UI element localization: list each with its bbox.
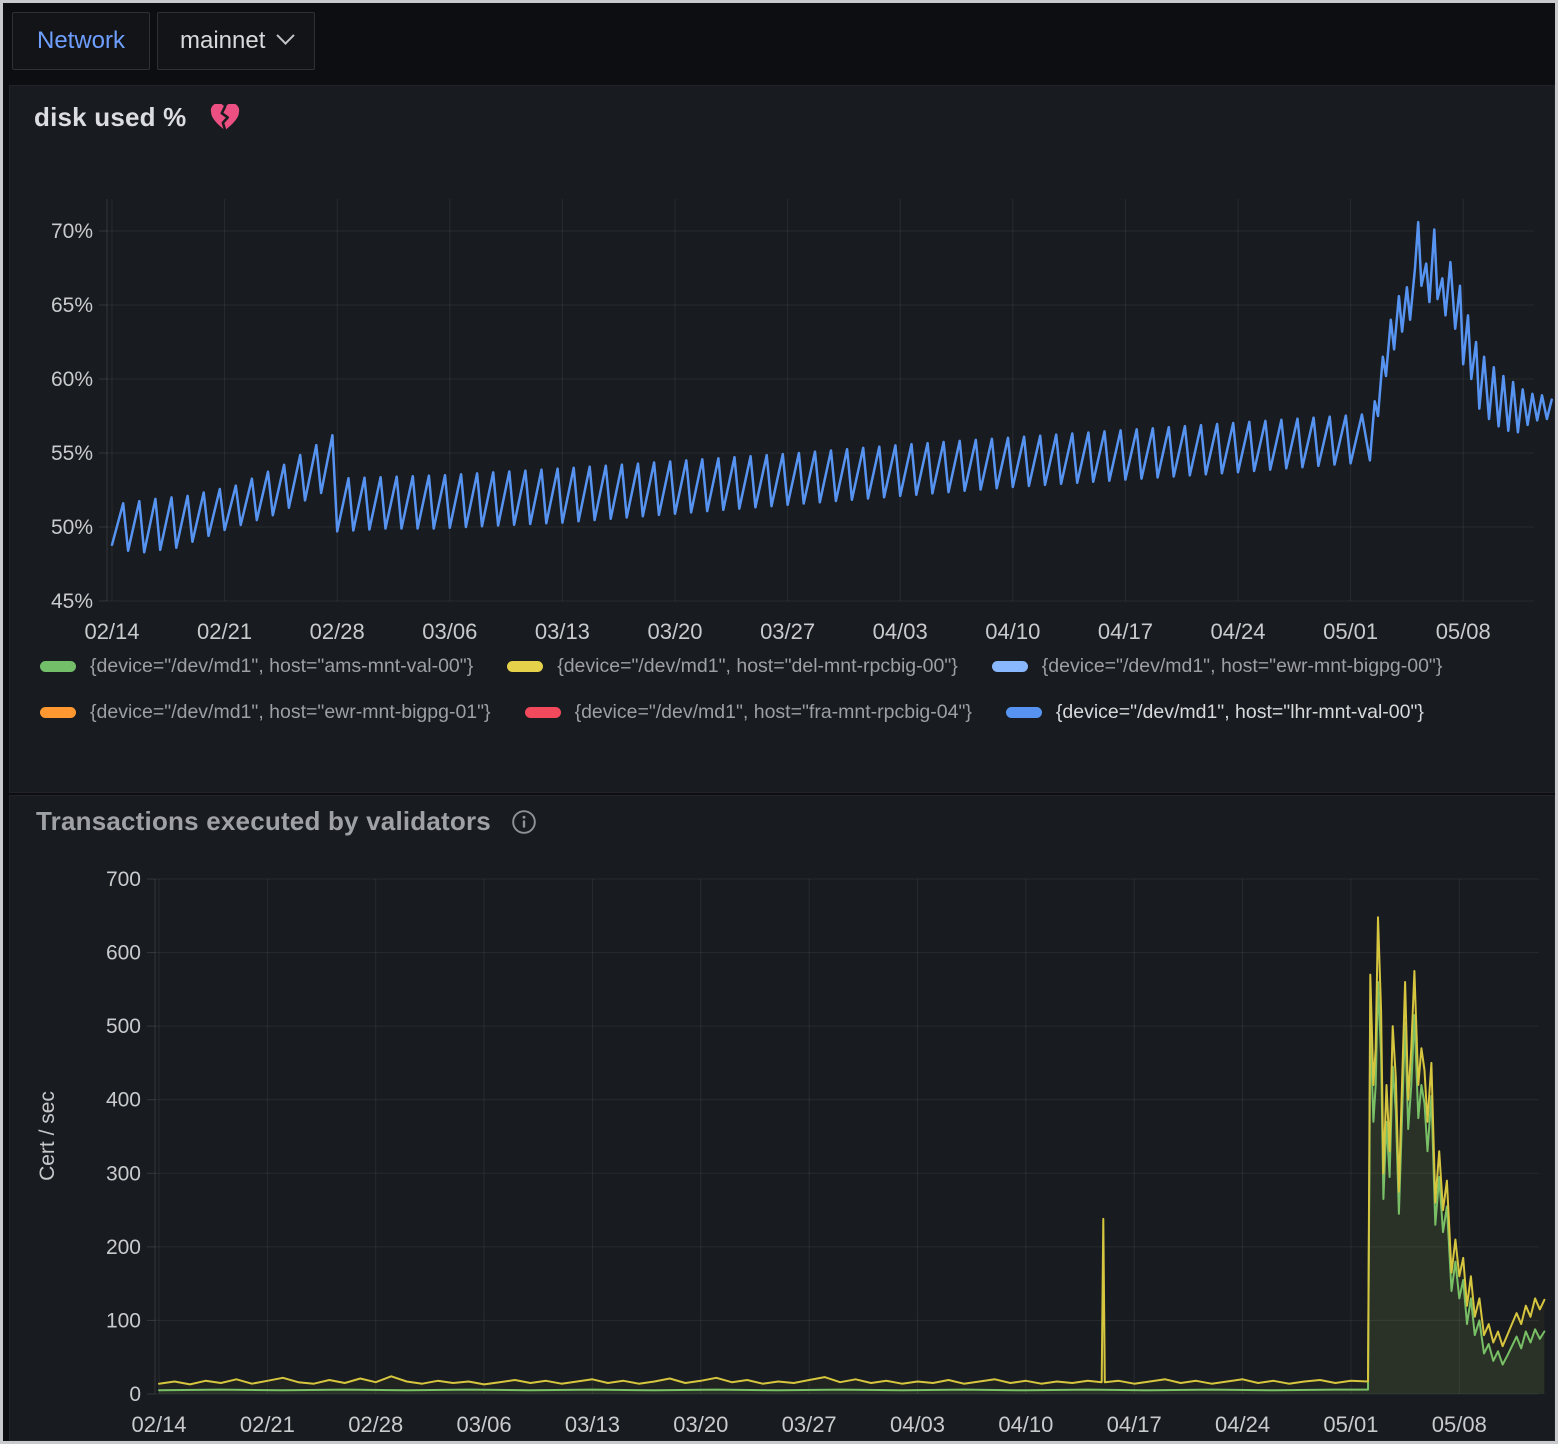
x-tick-label: 03/27	[782, 1412, 837, 1437]
x-tick-label: 03/20	[673, 1412, 728, 1437]
x-tick-label: 02/28	[310, 619, 365, 644]
x-tick-label: 02/21	[197, 619, 252, 644]
panel-transactions: Transactions executed by validators Cert…	[9, 795, 1555, 1441]
series-line	[112, 222, 1552, 552]
network-value: mainnet	[180, 27, 265, 55]
x-tick-label: 03/13	[535, 619, 590, 644]
x-tick-label: 04/24	[1215, 1412, 1270, 1437]
panel-disk-used: disk used % 45% 50% 55% 60% 65% 70% 02/14 02/21…	[9, 85, 1555, 793]
x-tick-label: 05/01	[1323, 619, 1378, 644]
y-tick-label: 400	[106, 1089, 141, 1112]
x-tick-label: 04/17	[1107, 1412, 1162, 1437]
legend-series-label: {device="/dev/md1", host="ewr-mnt-bigpg-…	[1042, 655, 1443, 678]
y-tick-label: 70%	[51, 220, 93, 243]
x-tick-label: 02/28	[348, 1412, 403, 1437]
legend-series-swatch	[507, 661, 543, 672]
x-tick-label: 03/06	[457, 1412, 512, 1437]
y-tick-label: 600	[106, 942, 141, 965]
legend-series-swatch	[992, 661, 1028, 672]
legend-item[interactable]: {device="/dev/md1", host="ams-mnt-val-00…	[40, 652, 473, 680]
x-tick-label: 03/20	[647, 619, 702, 644]
series-line	[159, 917, 1544, 1384]
x-tick-label: 05/01	[1323, 1412, 1378, 1437]
legend-item[interactable]: {device="/dev/md1", host="ewr-mnt-bigpg-…	[40, 698, 491, 726]
legend-item[interactable]: {device="/dev/md1", host="lhr-mnt-val-00…	[1006, 698, 1424, 726]
x-tick-label: 04/03	[873, 619, 928, 644]
disk-panel-title[interactable]: disk used %	[34, 102, 186, 133]
legend-series-label: {device="/dev/md1", host="fra-mnt-rpcbig…	[575, 701, 972, 724]
series-line	[159, 982, 1544, 1390]
network-variable-label-box: Network	[12, 12, 150, 70]
x-tick-label: 04/03	[890, 1412, 945, 1437]
y-tick-label: 55%	[51, 442, 93, 465]
network-label: Network	[37, 27, 125, 55]
x-tick-label: 04/17	[1098, 619, 1153, 644]
legend-series-label: {device="/dev/md1", host="lhr-mnt-val-00…	[1056, 701, 1424, 724]
legend-series-label: {device="/dev/md1", host="ams-mnt-val-00…	[90, 655, 473, 678]
x-tick-label: 05/08	[1436, 619, 1491, 644]
tx-panel-title[interactable]: Transactions executed by validators	[36, 806, 491, 837]
x-tick-label: 04/10	[985, 619, 1040, 644]
legend-item[interactable]: {device="/dev/md1", host="fra-mnt-rpcbig…	[525, 698, 972, 726]
x-tick-label: 03/27	[760, 619, 815, 644]
y-tick-label: 100	[106, 1309, 141, 1332]
y-tick-label: 65%	[51, 294, 93, 317]
y-tick-label: 500	[106, 1015, 141, 1038]
disk-chart-legend: {device="/dev/md1", host="ams-mnt-val-00…	[40, 652, 1530, 726]
y-tick-label: 0	[129, 1383, 141, 1406]
x-tick-label: 03/06	[422, 619, 477, 644]
network-variable-dropdown[interactable]: mainnet	[157, 12, 315, 70]
tx-chart[interactable]: 0 100 200 300 400 500 600 700 02/14 02/21 02/28 03/…	[10, 796, 1554, 1440]
legend-item[interactable]: {device="/dev/md1", host="del-mnt-rpcbig…	[507, 652, 958, 680]
x-tick-label: 03/13	[565, 1412, 620, 1437]
y-tick-label: 45%	[51, 590, 93, 613]
info-circle-icon[interactable]	[511, 809, 537, 835]
dashboard: { "toolbar": { "network_label": "Network…	[0, 0, 1558, 1444]
legend-series-label: {device="/dev/md1", host="del-mnt-rpcbig…	[557, 655, 958, 678]
y-tick-label: 300	[106, 1162, 141, 1185]
legend-series-swatch	[1006, 707, 1042, 718]
legend-series-swatch	[40, 707, 76, 718]
x-tick-label: 02/14	[131, 1412, 186, 1437]
x-tick-label: 02/14	[84, 619, 139, 644]
y-tick-label: 700	[106, 868, 141, 891]
y-tick-label: 60%	[51, 368, 93, 391]
legend-series-swatch	[40, 661, 76, 672]
x-tick-label: 04/24	[1210, 619, 1265, 644]
x-tick-label: 05/08	[1432, 1412, 1487, 1437]
legend-series-label: {device="/dev/md1", host="ewr-mnt-bigpg-…	[90, 701, 491, 724]
broken-heart-icon	[210, 104, 240, 132]
legend-item[interactable]: {device="/dev/md1", host="ewr-mnt-bigpg-…	[992, 652, 1443, 680]
y-tick-label: 200	[106, 1236, 141, 1259]
x-tick-label: 02/21	[240, 1412, 295, 1437]
y-tick-label: 50%	[51, 516, 93, 539]
x-tick-label: 04/10	[998, 1412, 1053, 1437]
chevron-down-icon	[277, 26, 295, 44]
legend-series-swatch	[525, 707, 561, 718]
